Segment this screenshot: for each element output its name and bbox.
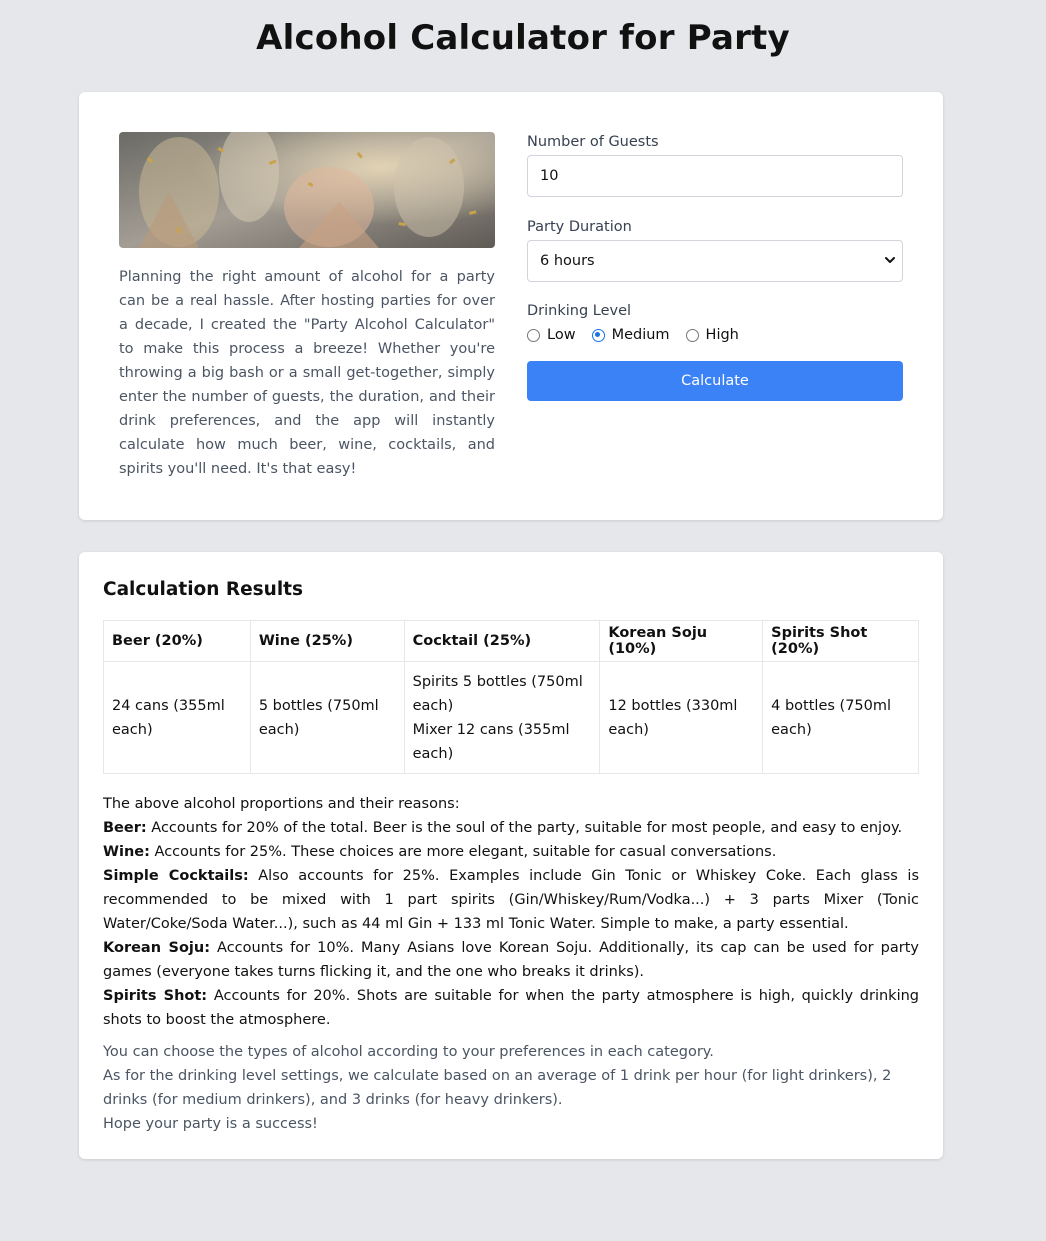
radio-medium[interactable]: Medium — [591, 327, 670, 343]
note-drinking-level: As for the drinking level settings, we c… — [103, 1068, 892, 1108]
radio-low-circle[interactable] — [527, 328, 540, 342]
header-beer: Beer (20%) — [103, 620, 251, 662]
reason-soju: Korean Soju: Accounts for 10%. Many Asia… — [103, 936, 919, 984]
notes: You can choose the types of alcohol acco… — [103, 1040, 919, 1136]
guests-input[interactable]: 10 — [527, 155, 903, 197]
radio-high-circle[interactable] — [685, 328, 699, 342]
header-cocktail: Cocktail (25%) — [403, 620, 601, 662]
header-soju: Korean Soju (10%) — [599, 620, 764, 662]
cell-cocktail-mixer: Mixer 12 cans (355ml each) — [412, 721, 570, 762]
reason-cocktails-label: Simple Cocktails: — [103, 868, 249, 884]
reason-cocktails: Simple Cocktails: Also accounts for 25%.… — [103, 864, 919, 936]
note-preferences: You can choose the types of alcohol acco… — [103, 1044, 714, 1060]
cell-cocktail: Spirits 5 bottles (750ml each) Mixer 12 … — [403, 661, 601, 774]
results-table: Beer (20%) Wine (25%) Cocktail (25%) Kor… — [103, 620, 919, 774]
results-header-row: Beer (20%) Wine (25%) Cocktail (25%) Kor… — [103, 620, 919, 662]
reason-shot-label: Spirits Shot: — [103, 988, 208, 1004]
intro-text: Planning the right amount of alcohol for… — [119, 269, 495, 477]
drinking-level-group: Low Medium High — [527, 324, 903, 346]
drinking-level-label: Drinking Level — [527, 303, 632, 319]
cell-shot: 4 bottles (750ml each) — [762, 661, 919, 774]
radio-medium-circle[interactable] — [591, 328, 605, 342]
guests-value: 10 — [540, 168, 559, 184]
calculator-form: Number of Guests 10 Party Duration 6 hou… — [527, 132, 903, 401]
header-shot: Spirits Shot (20%) — [762, 620, 919, 662]
radio-low-label: Low — [547, 327, 576, 343]
radio-high-label: High — [705, 327, 739, 343]
calculator-card: Planning the right amount of alcohol for… — [79, 92, 943, 520]
guests-label: Number of Guests — [527, 134, 659, 150]
cell-wine: 5 bottles (750ml each) — [249, 661, 405, 774]
radio-low[interactable]: Low — [527, 327, 576, 343]
reason-soju-text: Accounts for 10%. Many Asians love Korea… — [103, 940, 919, 980]
reason-beer-label: Beer: — [103, 820, 147, 836]
cell-beer: 24 cans (355ml each) — [103, 661, 251, 774]
reason-wine-label: Wine: — [103, 844, 150, 860]
header-wine: Wine (25%) — [249, 620, 405, 662]
reason-shot: Spirits Shot: Accounts for 20%. Shots ar… — [103, 984, 919, 1032]
cell-cocktail-spirits: Spirits 5 bottles (750ml each) — [412, 673, 583, 714]
party-toast-photo — [119, 132, 495, 248]
reason-wine: Wine: Accounts for 25%. These choices ar… — [103, 840, 919, 864]
calculate-button[interactable]: Calculate — [527, 361, 903, 401]
reason-beer-text: Accounts for 20% of the total. Beer is t… — [146, 820, 903, 836]
results-row: 24 cans (355ml each) 5 bottles (750ml ea… — [103, 661, 919, 774]
cell-soju: 12 bottles (330ml each) — [599, 661, 764, 774]
radio-medium-label: Medium — [611, 327, 670, 343]
duration-value: 6 hours — [540, 253, 595, 269]
results-title: Calculation Results — [103, 579, 304, 600]
duration-label: Party Duration — [527, 219, 632, 235]
explanation-intro: The above alcohol proportions and their … — [103, 796, 460, 812]
explanation: The above alcohol proportions and their … — [103, 792, 919, 1032]
reason-shot-text: Accounts for 20%. Shots are suitable for… — [103, 988, 919, 1028]
reason-wine-text: Accounts for 25%. These choices are more… — [149, 844, 777, 860]
duration-select[interactable]: 6 hours — [527, 240, 903, 282]
chevron-down-icon — [885, 257, 895, 263]
radio-high[interactable]: High — [685, 327, 739, 343]
page-title: Alcohol Calculator for Party — [256, 18, 790, 58]
reason-beer: Beer: Accounts for 20% of the total. Bee… — [103, 816, 919, 840]
results-card: Calculation Results Beer (20%) Wine (25%… — [79, 552, 943, 1159]
note-success: Hope your party is a success! — [103, 1116, 318, 1132]
reason-soju-label: Korean Soju: — [103, 940, 211, 956]
